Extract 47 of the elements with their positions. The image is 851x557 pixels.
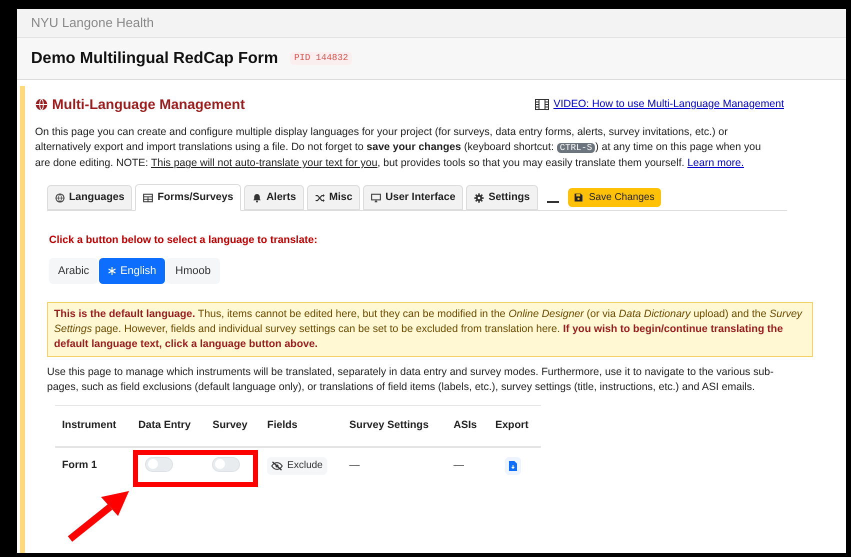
tab[interactable]: Forms/Surveys [135, 184, 242, 211]
tab[interactable]: User Interface [363, 185, 464, 210]
arrow-drawing [66, 488, 132, 544]
column-header: Fields [260, 405, 342, 448]
column-header: Data Entry [131, 405, 206, 448]
language-button[interactable]: Hmoob [166, 258, 220, 284]
toggle-switch[interactable] [212, 456, 240, 472]
eye-slash-icon [271, 460, 284, 471]
globe-icon [55, 192, 65, 202]
description-paragraph: Use this page to manage which instruments will be translated, separately in data entry and survey modes. Furthermore, use it to navigate to the various sub-pages, such as field exclusions (default language only), or translations of field items (labels, etc.), survey settings (title, instructions, etc.) and ASI emails. [47, 364, 775, 395]
column-header: ASIs [446, 405, 488, 448]
language-button[interactable]: Arabic [49, 258, 98, 284]
dash-text: — [454, 458, 464, 471]
intro-paragraph: On this page you can create and configure multiple display languages for your project (for surveys, data entry forms, alerts, survey invitations, etc.) or alternatively export and import translations using a file. Do not forget to save your changes (keyboard shortcut: CTRL-S ) at any time on this page when you are done editing. NOTE: This page will not auto-translate your text for you, but provides tools so that you may easily translate them yourself. Learn more. [35, 125, 762, 171]
tab[interactable]: Languages [47, 185, 132, 210]
default-language-notice: This is the default language. Thus, items cannot be edited here, but they can be modified in the Online Designer (or via Data Dictionary upload) and the Survey Settings page. However, fields and individual survey settings can be set to be excluded from translation here. If you wish to begin/continue translating the default language text, click a language button above. [47, 302, 813, 357]
tab[interactable]: Alerts [244, 185, 304, 210]
table-icon [143, 192, 154, 202]
tab[interactable]: Settings [466, 185, 538, 210]
monitor-icon [371, 192, 382, 202]
bell-icon [252, 192, 262, 202]
learn-more-link[interactable]: Learn more. [687, 157, 744, 169]
instruction-text: Click a button below to select a language to translate: [49, 233, 318, 248]
export-button[interactable] [505, 456, 522, 475]
exclude-button[interactable]: Exclude [267, 456, 327, 475]
dash-text: — [349, 458, 360, 471]
tab[interactable]: Misc [307, 185, 360, 210]
column-header: Survey [205, 405, 260, 448]
project-id-badge: PID 144832 [290, 52, 352, 66]
column-header: Instrument [55, 405, 132, 448]
save-changes-button[interactable]: Save Changes [568, 188, 660, 207]
globe-icon [35, 98, 48, 111]
section-title: Multi-Language Management [52, 95, 245, 114]
toggle-switch[interactable] [145, 456, 174, 472]
shortcut-key: CTRL-S [556, 143, 596, 153]
organization-name: NYU Langone Health [31, 14, 154, 32]
language-button[interactable]: English [99, 258, 166, 284]
gear-icon [474, 192, 484, 202]
instrument-name: Form 1 [62, 458, 98, 471]
file-download-icon [509, 460, 518, 471]
shuffle-icon [315, 192, 326, 202]
film-icon [535, 99, 550, 110]
asterisk-icon [108, 266, 116, 275]
video-link[interactable]: VIDEO: How to use Multi-Language Management [553, 96, 784, 112]
column-header: Survey Settings [342, 405, 447, 448]
project-title: Demo Multilingual RedCap Form [31, 48, 278, 68]
column-header: Export [488, 405, 541, 448]
